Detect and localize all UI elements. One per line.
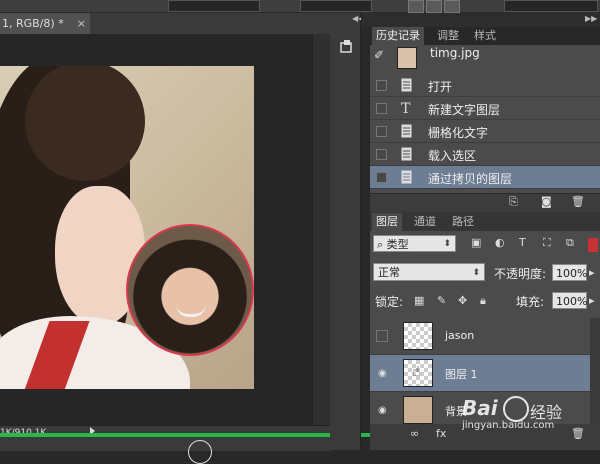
history-item-label: 载入选区: [428, 149, 477, 163]
history-source-checkbox[interactable]: [376, 103, 387, 114]
align-center-button[interactable]: [426, 0, 442, 13]
cube-icon[interactable]: [338, 40, 354, 54]
panel-collapse-icon[interactable]: ▶▶: [585, 14, 597, 23]
search-icon: ⌕: [377, 238, 387, 251]
align-right-button[interactable]: [444, 0, 460, 13]
link-layers-icon[interactable]: ∞: [410, 427, 419, 440]
history-item[interactable]: 打开: [370, 74, 600, 97]
fill-label: 填充:: [516, 295, 545, 309]
tab-styles[interactable]: 样式: [470, 27, 500, 45]
tab-adjustments[interactable]: 调整: [433, 27, 463, 45]
document-tab[interactable]: 1, RGB/8) * ×: [0, 13, 90, 34]
panel-dock-gutter: [330, 13, 361, 450]
snapshot-label[interactable]: timg.jpg: [430, 46, 480, 60]
fx-icon[interactable]: fx: [436, 427, 446, 440]
delete-layer-icon[interactable]: 🗑: [571, 427, 585, 440]
fill-slider-arrow-icon[interactable]: ▸: [589, 294, 595, 307]
hand-cursor-icon: ☝: [412, 364, 421, 380]
lock-all-icon[interactable]: 🔒︎: [480, 294, 486, 308]
type-filter-icon[interactable]: T: [519, 236, 526, 249]
layer-name[interactable]: jason: [445, 329, 474, 342]
history-source-checkbox[interactable]: [376, 149, 387, 160]
filter-toggle-switch[interactable]: [588, 238, 598, 252]
layer-thumbnail: ☝: [403, 359, 433, 387]
opacity-slider-arrow-icon[interactable]: ▸: [589, 266, 595, 279]
tab-paths[interactable]: 路径: [448, 213, 478, 231]
blend-mode-select[interactable]: 正常 ⬍: [373, 263, 485, 281]
baidu-paw-icon: [503, 396, 529, 422]
history-item[interactable]: 栅格化文字: [370, 120, 600, 143]
text-tool-icon: T: [401, 101, 411, 115]
document-icon: [401, 170, 412, 184]
document-icon: [401, 78, 412, 92]
fill-input[interactable]: 100%: [552, 292, 587, 309]
history-brush-icon[interactable]: ✐: [374, 48, 384, 62]
opacity-label: 不透明度:: [494, 267, 547, 281]
history-item-label: 通过拷贝的图层: [428, 172, 513, 186]
document-tab-title: 1, RGB/8) *: [2, 17, 64, 30]
history-source-checkbox[interactable]: [376, 126, 387, 137]
blend-mode-value: 正常: [378, 266, 400, 279]
document-icon: [401, 147, 412, 161]
layer-filter-value: 类型: [386, 238, 409, 251]
history-item-label: 打开: [428, 80, 453, 94]
lock-transparent-icon[interactable]: ▦: [414, 294, 424, 307]
layers-tab-bar: [370, 212, 600, 231]
smart-object-filter-icon[interactable]: ⧉: [566, 236, 574, 250]
pixel-filter-icon[interactable]: ▣: [471, 236, 481, 249]
layer-name[interactable]: 图层 1: [445, 366, 478, 382]
workspace-select[interactable]: [504, 0, 598, 12]
canvas-scrollbar[interactable]: [312, 34, 331, 425]
layer-filter-select[interactable]: ⌕ 类型 ⬍: [373, 235, 456, 252]
tab-history[interactable]: 历史记录: [372, 27, 424, 45]
eye-icon[interactable]: ◉: [378, 405, 387, 416]
antialias-field[interactable]: [300, 0, 372, 12]
adjustment-filter-icon[interactable]: ◐: [495, 236, 505, 249]
snapshot-thumbnail[interactable]: [397, 47, 417, 69]
trash-icon[interactable]: 🗑: [571, 195, 585, 208]
layer-thumbnail: [403, 322, 433, 350]
history-item-selected[interactable]: 通过拷贝的图层: [370, 166, 600, 189]
panel-header-strip: [361, 13, 600, 27]
layer-row-selected[interactable]: ◉ ☝ 图层 1: [370, 355, 600, 392]
tab-layers[interactable]: 图层: [372, 213, 402, 231]
visibility-toggle[interactable]: [376, 330, 388, 342]
tab-channels[interactable]: 通道: [410, 213, 440, 231]
image-hair-top: [25, 66, 145, 181]
lock-image-icon[interactable]: ✎: [437, 294, 446, 307]
lock-position-icon[interactable]: ✥: [458, 294, 467, 307]
history-footer: [370, 193, 600, 212]
shape-filter-icon[interactable]: ⛶: [543, 236, 551, 250]
status-bar: [0, 425, 330, 451]
history-item-label: 栅格化文字: [428, 126, 489, 140]
layer-thumbnail: [403, 396, 433, 424]
history-source-checkbox[interactable]: [376, 80, 387, 91]
circular-portrait-layer[interactable]: [126, 224, 254, 356]
zoom-circle-icon: [188, 440, 212, 464]
eye-icon[interactable]: ◉: [378, 368, 387, 379]
watermark-logo-text: Bai: [462, 396, 498, 420]
svg-text:T: T: [401, 101, 411, 115]
options-bar: [0, 0, 600, 13]
close-icon[interactable]: ×: [77, 13, 86, 34]
portrait-smile: [176, 304, 206, 317]
font-size-field[interactable]: [168, 0, 260, 12]
document-icon: [401, 124, 412, 138]
history-item[interactable]: 载入选区: [370, 143, 600, 166]
lock-label: 锁定:: [375, 295, 404, 309]
chevron-updown-icon: ⬍: [472, 268, 480, 278]
history-item-label: 新建文字图层: [428, 103, 501, 117]
layers-scrollbar[interactable]: [590, 318, 600, 424]
camera-icon[interactable]: ◙: [541, 195, 552, 208]
layer-row[interactable]: jason: [370, 318, 600, 355]
history-source-checkbox[interactable]: [376, 172, 387, 183]
new-document-from-state-icon[interactable]: ⎘: [509, 195, 518, 209]
align-left-button[interactable]: [408, 0, 424, 13]
opacity-input[interactable]: 100%: [552, 264, 587, 281]
chevron-updown-icon: ⬍: [443, 239, 451, 249]
history-item[interactable]: T 新建文字图层: [370, 97, 600, 120]
watermark-url: jingyan.baidu.com: [462, 420, 555, 431]
